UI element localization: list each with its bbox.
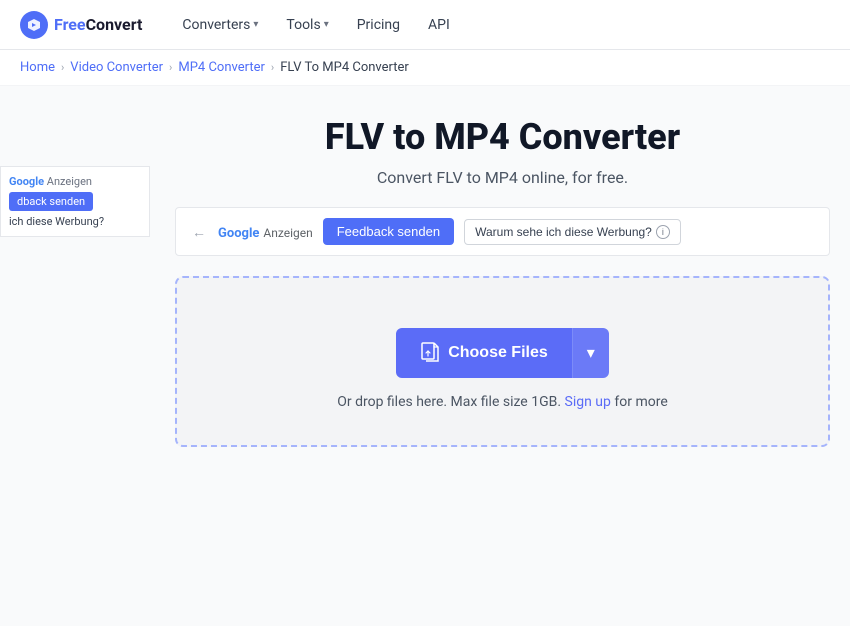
choose-files-row: Choose Files ▾ [396,328,609,378]
page-subtitle: Convert FLV to MP4 online, for free. [377,168,628,187]
nav-pricing[interactable]: Pricing [347,11,410,39]
ad-collapse-button[interactable]: ← [190,222,208,242]
breadcrumb-current: FLV To MP4 Converter [280,60,409,75]
logo-text: FreeConvert [54,15,142,34]
info-icon: i [656,225,670,239]
upload-dropzone[interactable]: Choose Files ▾ Or drop files here. Max f… [175,276,830,447]
navbar: FreeConvert Converters ▾ Tools ▾ Pricing… [0,0,850,50]
drop-hint-text: Or drop files here. Max file size 1GB. S… [337,394,668,410]
breadcrumb-sep-1: › [61,61,64,74]
ad-google-text: Google Anzeigen [218,222,313,241]
breadcrumb-sep-2: › [169,61,172,74]
logo[interactable]: FreeConvert [20,11,142,39]
breadcrumb-mp4-converter[interactable]: MP4 Converter [178,60,265,75]
breadcrumb-home[interactable]: Home [20,60,55,75]
breadcrumb: Home › Video Converter › MP4 Converter ›… [0,50,850,86]
ad-why-button[interactable]: Warum sehe ich diese Werbung? i [464,219,681,245]
page-title: FLV to MP4 Converter [325,116,680,158]
nav-converters[interactable]: Converters ▾ [172,11,268,39]
ad-feedback-button[interactable]: Feedback senden [323,218,454,245]
nav-api[interactable]: API [418,11,460,39]
chevron-down-icon: ▾ [324,19,329,30]
main-content: Google Anzeigen dback senden ich diese W… [0,86,850,626]
ad-banner: ← Google Anzeigen Feedback senden Warum … [175,207,830,256]
nav-links: Converters ▾ Tools ▾ Pricing API [172,11,459,39]
choose-files-dropdown-button[interactable]: ▾ [572,328,609,378]
left-ad-google-label: Google Anzeigen [9,175,141,188]
nav-tools[interactable]: Tools ▾ [276,11,338,39]
center-content: FLV to MP4 Converter Convert FLV to MP4 … [155,86,850,467]
sign-up-link[interactable]: Sign up [565,394,611,410]
logo-icon [20,11,48,39]
left-ad-feedback-btn[interactable]: dback senden [9,192,93,211]
chevron-down-icon: ▾ [587,345,595,362]
file-upload-icon [420,342,440,364]
breadcrumb-video-converter[interactable]: Video Converter [70,60,163,75]
chevron-down-icon: ▾ [253,19,258,30]
breadcrumb-sep-3: › [271,61,274,74]
choose-files-button[interactable]: Choose Files [396,328,572,378]
left-ad-why-label: ich diese Werbung? [9,215,141,228]
left-ad-panel: Google Anzeigen dback senden ich diese W… [0,166,150,237]
